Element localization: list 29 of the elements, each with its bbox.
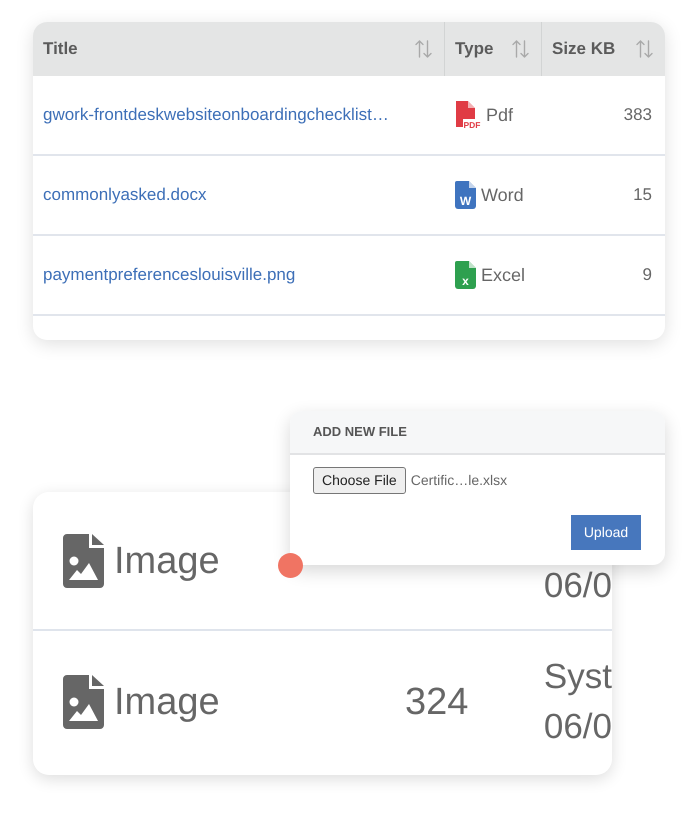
file-type-label: Image xyxy=(114,683,220,721)
choose-file-button[interactable]: Choose File xyxy=(313,467,406,494)
file-size-cell: 324 xyxy=(405,680,468,722)
upload-button[interactable]: Upload xyxy=(571,515,641,550)
column-header[interactable]: Type xyxy=(445,22,542,76)
cell-text: Syst xyxy=(544,656,612,698)
dialog-header: ADD NEW FILE xyxy=(290,411,665,455)
file-size-cell-text: 383 xyxy=(624,104,652,126)
column-header[interactable]: Title xyxy=(33,22,445,76)
file-type-label: Word xyxy=(481,184,524,206)
file-type-label: Excel xyxy=(481,264,526,286)
cell-text: 06/0 xyxy=(544,564,612,606)
file-link[interactable]: commonlyasked.docx xyxy=(43,185,206,204)
sort-arrows-icon xyxy=(512,40,529,58)
file-size-cell-text: 15 xyxy=(633,184,652,206)
spreadsheet-file-icon: x xyxy=(455,261,476,289)
file-link[interactable]: paymentpreferenceslouisville.png xyxy=(43,265,296,284)
sort-arrows-icon xyxy=(415,40,432,58)
file-size-cell-text: 9 xyxy=(642,264,652,286)
file-name-text: Certific…le.xlsx xyxy=(410,471,508,490)
image-file-icon xyxy=(63,675,104,729)
sort-arrows-icon xyxy=(636,40,653,58)
file-type-label: Image xyxy=(114,542,220,580)
image-file-icon xyxy=(63,534,104,588)
cell-text: 06/0 xyxy=(544,706,612,748)
column-header[interactable]: Size KB xyxy=(542,22,665,76)
file-link[interactable]: gwork-frontdeskwebsiteonboardingchecklist… xyxy=(43,105,389,124)
file-type-label: Pdf xyxy=(486,104,514,126)
word-file-icon: W xyxy=(455,181,476,209)
